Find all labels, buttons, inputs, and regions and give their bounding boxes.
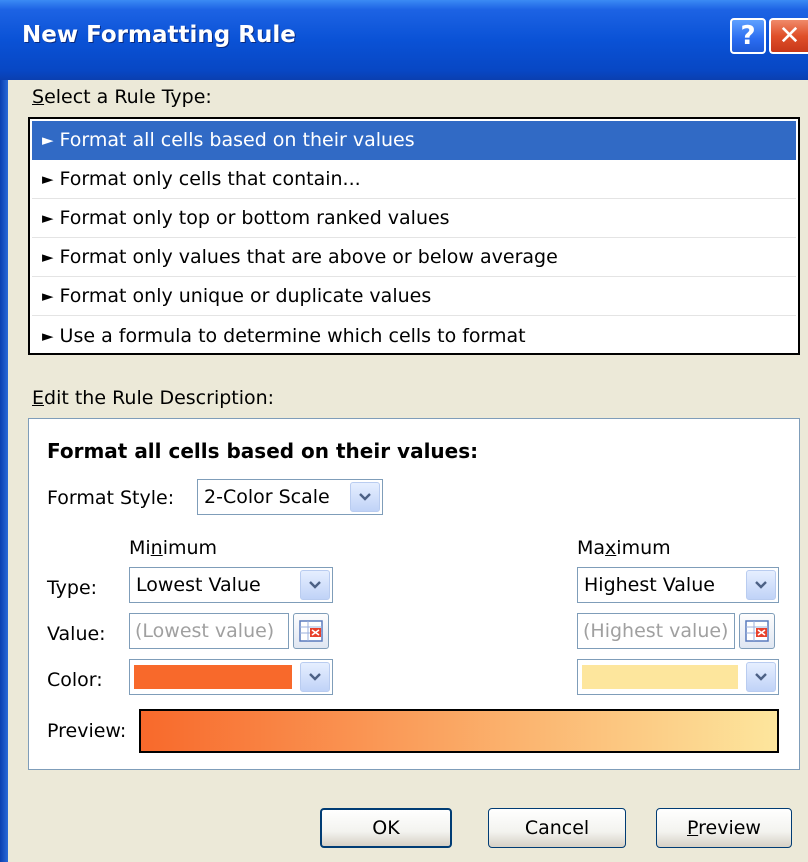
- preview-label: Preview:: [47, 720, 127, 742]
- arrow-right-icon: ►: [42, 170, 54, 188]
- rule-type-item[interactable]: ► Format all cells based on their values: [32, 121, 796, 160]
- minimum-type-value: Lowest Value: [136, 574, 261, 596]
- edit-rule-description-label: Edit the Rule Description:: [32, 387, 275, 409]
- rule-description-panel: Format all cells based on their values: …: [28, 418, 800, 770]
- minimum-value-input[interactable]: (Lowest value): [129, 613, 289, 649]
- color-scale-preview: [139, 709, 779, 753]
- chevron-down-icon[interactable]: [746, 662, 776, 692]
- preview-button[interactable]: Preview: [656, 808, 792, 848]
- rule-type-label: Use a formula to determine which cells t…: [59, 324, 526, 347]
- chevron-down-icon[interactable]: [350, 482, 380, 512]
- minimum-value-placeholder: (Lowest value): [135, 620, 275, 642]
- value-label: Value:: [47, 623, 106, 645]
- format-style-value: 2-Color Scale: [204, 486, 330, 508]
- minimum-color-swatch: [134, 665, 292, 689]
- maximum-value-placeholder: (Highest value): [583, 620, 729, 642]
- help-icon: ?: [740, 21, 756, 51]
- rule-type-item[interactable]: ► Format only values that are above or b…: [32, 238, 796, 277]
- arrow-right-icon: ►: [42, 248, 54, 266]
- arrow-right-icon: ►: [42, 287, 54, 305]
- format-style-label: Format Style:: [47, 487, 175, 509]
- arrow-right-icon: ►: [42, 326, 54, 345]
- close-button[interactable]: ✕: [769, 18, 808, 54]
- maximum-color-swatch: [582, 665, 738, 689]
- type-label: Type:: [47, 577, 98, 599]
- rule-type-label: Format only values that are above or bel…: [59, 246, 558, 268]
- arrow-right-icon: ►: [42, 131, 54, 149]
- chevron-down-icon[interactable]: [300, 662, 330, 692]
- minimum-type-dropdown[interactable]: Lowest Value: [129, 567, 333, 603]
- maximum-value-input[interactable]: (Highest value): [577, 613, 735, 649]
- rule-type-item[interactable]: ► Format only top or bottom ranked value…: [32, 199, 796, 238]
- rule-type-label: Format all cells based on their values: [59, 129, 415, 151]
- rule-type-item[interactable]: ► Format only unique or duplicate values: [32, 277, 796, 316]
- chevron-down-icon[interactable]: [300, 570, 330, 600]
- rule-type-label: Format only unique or duplicate values: [59, 285, 432, 307]
- maximum-type-dropdown[interactable]: Highest Value: [577, 567, 779, 603]
- close-icon: ✕: [778, 21, 801, 51]
- minimum-cell-reference-button[interactable]: [293, 613, 329, 649]
- cell-reference-icon: [299, 620, 323, 642]
- color-label: Color:: [47, 669, 103, 691]
- rule-type-label: Format only top or bottom ranked values: [59, 207, 450, 229]
- maximum-color-dropdown[interactable]: [577, 659, 779, 695]
- select-rule-type-label: Select a Rule Type:: [32, 86, 212, 108]
- chevron-down-icon[interactable]: [746, 570, 776, 600]
- rule-type-list[interactable]: ► Format all cells based on their values…: [28, 117, 800, 355]
- maximum-cell-reference-button[interactable]: [739, 613, 775, 649]
- minimum-header: Minimum: [129, 537, 218, 559]
- window-frame-left: [0, 80, 8, 862]
- help-button[interactable]: ?: [730, 18, 766, 54]
- rule-type-item[interactable]: ► Format only cells that contain...: [32, 160, 796, 199]
- cell-reference-icon: [745, 620, 769, 642]
- maximum-type-value: Highest Value: [584, 574, 715, 596]
- rule-description-heading: Format all cells based on their values:: [47, 439, 479, 463]
- window-title: New Formatting Rule: [22, 22, 296, 48]
- cancel-button[interactable]: Cancel: [488, 808, 626, 848]
- minimum-color-dropdown[interactable]: [129, 659, 333, 695]
- title-bar[interactable]: New Formatting Rule ? ✕: [0, 0, 808, 80]
- rule-type-item[interactable]: ► Use a formula to determine which cells…: [32, 316, 796, 355]
- format-style-dropdown[interactable]: 2-Color Scale: [197, 479, 383, 515]
- maximum-header: Maximum: [577, 537, 671, 559]
- arrow-right-icon: ►: [42, 209, 54, 227]
- rule-type-label: Format only cells that contain...: [59, 168, 361, 190]
- ok-button[interactable]: OK: [320, 808, 452, 848]
